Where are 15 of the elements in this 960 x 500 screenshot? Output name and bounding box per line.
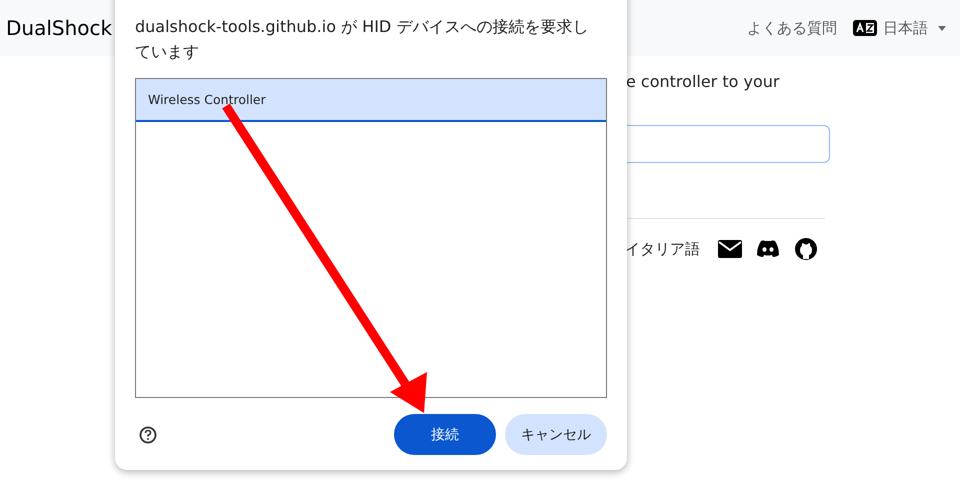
github-icon[interactable] [794,237,818,261]
site-brand[interactable]: DualShock [6,16,112,40]
discord-icon[interactable] [756,240,780,258]
language-selector[interactable]: 日本語 [883,18,928,38]
translate-icon [853,20,877,36]
mail-icon[interactable] [718,240,742,258]
connect-button[interactable]: 接続 [394,414,496,455]
cancel-button[interactable]: キャンセル [505,414,607,455]
device-item[interactable]: Wireless Controller [136,79,606,122]
dialog-title: dualshock-tools.github.io が HID デバイスへの接続を要求しています [135,16,590,63]
faq-link[interactable]: よくある質問 [747,18,837,38]
language-link[interactable]: イタリア語 [625,240,700,258]
help-icon[interactable] [139,426,157,444]
caret-icon[interactable] [938,26,946,30]
intro-text: e controller to your [626,72,780,91]
